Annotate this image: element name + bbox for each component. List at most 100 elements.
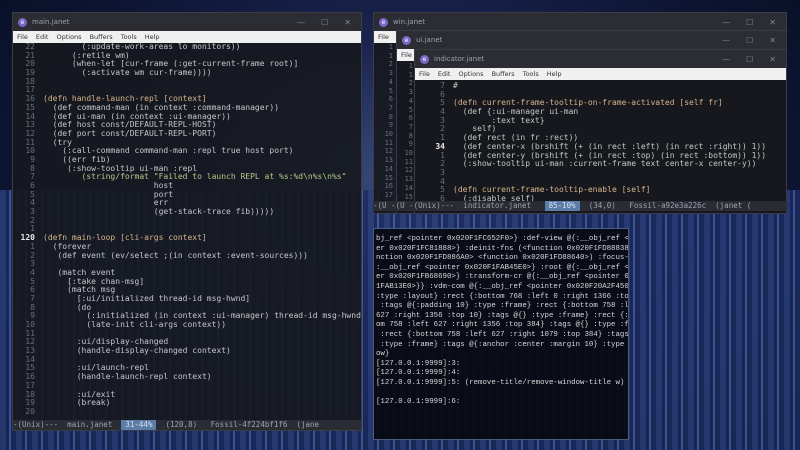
indicator-janet-window: e indicator.janet — ☐ ✕ File Edit Options … xyxy=(414,49,787,214)
menu-help[interactable]: Help xyxy=(145,33,160,41)
emacs-logo-icon: e xyxy=(420,54,429,64)
terminal-line: :tags @{:padding 10} :type :frame} :rect… xyxy=(376,302,629,311)
mode-line-cursor: (120,8) xyxy=(156,420,211,429)
code-editor[interactable]: 22 (:update-work-areas lo monitors)) 21 (… xyxy=(13,42,361,417)
line-number: 9 xyxy=(30,154,35,164)
line-number: 4 xyxy=(30,198,35,208)
title-bar: e main.janet — ☐ ✕ xyxy=(13,13,361,31)
code-line: 20 xyxy=(13,407,361,417)
code-line: 18 xyxy=(13,77,361,87)
maximize-icon[interactable]: ☐ xyxy=(321,18,328,27)
menu-options[interactable]: Options xyxy=(56,33,81,41)
line-number: 1 xyxy=(30,241,35,251)
emacs-logo-icon: e xyxy=(379,17,388,27)
mode-line-buffer: -(Unix)--- main.janet xyxy=(13,420,122,429)
terminal-line: 1FAB13E0>}} :vdm-com @{:__obj_ref <point… xyxy=(376,282,629,291)
maximize-icon[interactable]: ☐ xyxy=(746,55,753,64)
terminal-line: :rect {:bottom 758 :left 627 :right 1079… xyxy=(376,330,629,339)
window-title: indicator.janet xyxy=(434,55,485,63)
repl-terminal[interactable]: bj_ref <pointer 0x020F1FC652F0>} :def-vi… xyxy=(373,228,629,440)
line-number: 120 xyxy=(20,233,35,243)
terminal-line: [127.0.0.1:9999]:4: xyxy=(376,369,461,378)
code-line: 16 (handle-launch-repl context) xyxy=(13,372,361,382)
terminal-line: :type :layout} :rect {:bottom 768 :left … xyxy=(376,292,629,301)
minimize-icon[interactable]: — xyxy=(722,36,730,45)
menu-file[interactable]: File xyxy=(17,33,28,41)
minimize-icon[interactable]: — xyxy=(722,18,730,27)
code-text: (get-stack-trace fib))))) xyxy=(43,207,275,217)
mode-line-position: 31-44% xyxy=(121,420,157,430)
menu-buffers[interactable]: Buffers xyxy=(90,33,113,41)
code-line: 3 (get-stack-trace fib))))) xyxy=(13,207,361,217)
terminal-line: :type :frame} :tags @{:anchor :center :m… xyxy=(376,340,629,349)
menu-edit[interactable]: Edit xyxy=(438,70,451,78)
line-number: 7 xyxy=(30,293,35,303)
code-line: 2 xyxy=(13,215,361,226)
line-number: 5 xyxy=(30,189,35,199)
menu-edit[interactable]: Edit xyxy=(36,33,49,41)
terminal-line: om 758 :left 627 :right 1356 :top 384} :… xyxy=(376,321,629,330)
close-icon[interactable]: ✕ xyxy=(769,55,776,64)
title-bar: e ui.janet — ☐ ✕ xyxy=(397,31,786,49)
code-line: 2 (:show-tooltip ui-man :current-frame t… xyxy=(415,159,786,169)
close-icon[interactable]: ✕ xyxy=(769,18,776,27)
menu-file[interactable]: File xyxy=(378,33,389,41)
mode-line: -(Unix)--- main.janet 31-44% (120,8) Fos… xyxy=(13,420,361,430)
terminal-line: 627 :right 1356 :top 10} :tags @{} :type… xyxy=(376,311,629,320)
main-janet-window: e main.janet — ☐ ✕ File Edit Options Buffe… xyxy=(12,12,362,431)
terminal-line: nction 0x020F1FD886A0> <function 0x020F1… xyxy=(376,254,629,263)
line-number: 2 xyxy=(30,250,35,260)
code-line: 3 xyxy=(415,168,786,178)
line-number: 8 xyxy=(30,302,35,312)
terminal-line: er 0x020F1FB68690>} :transform-cr @{:__o… xyxy=(376,273,629,282)
minimize-icon[interactable]: — xyxy=(722,55,730,64)
code-text: # xyxy=(453,81,458,90)
menu-tools[interactable]: Tools xyxy=(523,70,539,78)
line-number: 2 xyxy=(30,215,35,225)
close-icon[interactable]: ✕ xyxy=(769,36,776,45)
maximize-icon[interactable]: ☐ xyxy=(746,36,753,45)
line-number: 3 xyxy=(30,207,35,217)
menu-options[interactable]: Options xyxy=(458,70,483,78)
mode-line-background-windows: -(U -(U xyxy=(373,201,410,210)
menu-help[interactable]: Help xyxy=(547,70,562,78)
code-text: (:activate wm cur-frame)))) xyxy=(43,68,212,78)
terminal-line: bj_ref <pointer 0x020F1FC652F0>} :def-vi… xyxy=(376,235,629,243)
code-line: 19 (break) xyxy=(13,398,361,408)
close-icon[interactable]: ✕ xyxy=(344,18,351,27)
mode-line-cursor: (34,0) xyxy=(579,201,630,210)
code-line: 19 (:activate wm cur-frame)))) xyxy=(13,68,361,78)
title-bar: e indicator.janet — ☐ ✕ xyxy=(415,50,786,68)
menu-file[interactable]: File xyxy=(401,51,412,59)
emacs-logo-icon: e xyxy=(402,35,411,45)
menu-buffers[interactable]: Buffers xyxy=(492,70,515,78)
code-line: 7 # xyxy=(415,81,786,91)
indicator-mode-line: -(U -(U -(Unix)--- indicator.janet 85-10… xyxy=(373,201,787,211)
terminal-line: [127.0.0.1:9999]:6: xyxy=(376,398,461,407)
code-text: (def event (ev/select ;(in context :even… xyxy=(43,250,308,260)
mode-line-position: 85-10% xyxy=(544,201,580,211)
mode-line-vc: Fossil-a92e3a226c (janet ( xyxy=(629,201,752,210)
code-text: (:show-tooltip ui-man :current-frame tex… xyxy=(453,159,757,169)
menu-tools[interactable]: Tools xyxy=(121,33,137,41)
line-number: 3 xyxy=(30,259,35,269)
minimize-icon[interactable]: — xyxy=(297,18,305,27)
code-editor[interactable]: 7 #6 5 (defn current-frame-tooltip-on-frame… xyxy=(415,80,786,204)
menu-file[interactable]: File xyxy=(419,70,430,78)
code-line: 10 (late-init cli-args context)) xyxy=(13,320,361,330)
title-bar: e win.janet — ☐ ✕ xyxy=(374,13,786,31)
code-line: 13 (handle-display-changed context) xyxy=(13,346,361,356)
code-text: (break) xyxy=(43,398,111,408)
terminal-line: ow} xyxy=(376,350,390,359)
menu-bar: File xyxy=(397,49,415,61)
line-number: 6 xyxy=(30,285,35,295)
line-number: 10 xyxy=(25,146,35,156)
terminal-line: [127.0.0.1:9999]:3: xyxy=(376,359,461,368)
maximize-icon[interactable]: ☐ xyxy=(746,18,753,27)
code-text: (late-init cli-args context)) xyxy=(43,320,227,329)
window-title: ui.janet xyxy=(416,36,443,44)
